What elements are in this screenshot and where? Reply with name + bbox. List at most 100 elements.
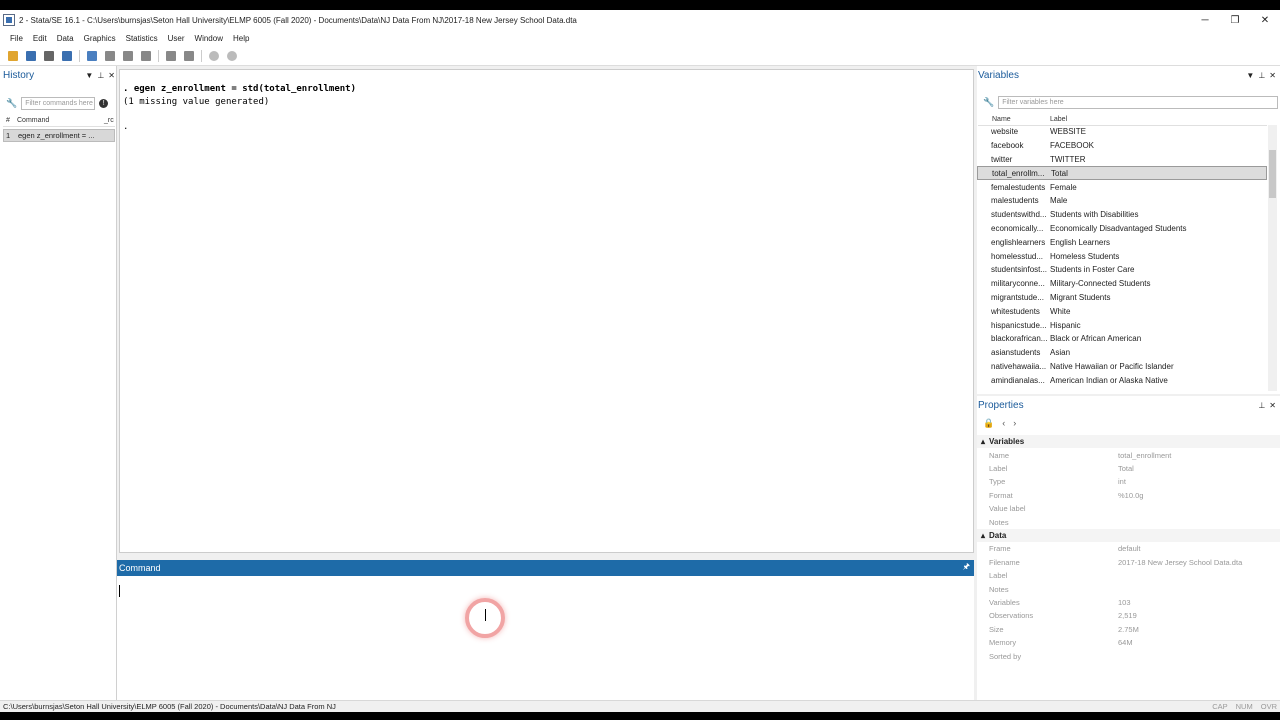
variable-row[interactable]: nativehawaiia... Native Hawaiian or Pacif… xyxy=(977,360,1267,374)
property-row[interactable]: Type int xyxy=(977,475,1280,488)
variable-row[interactable]: femalestudents Female xyxy=(977,180,1267,194)
minimize-button[interactable]: ─ xyxy=(1190,10,1220,30)
close-icon[interactable]: ✕ xyxy=(1269,71,1276,80)
variable-label: WEBSITE xyxy=(1050,127,1087,137)
history-filter-input[interactable]: Filter commands here xyxy=(21,97,96,110)
menu-data[interactable]: Data xyxy=(52,34,79,43)
variable-label: Military-Connected Students xyxy=(1050,279,1151,289)
lock-icon[interactable]: 🔒 xyxy=(983,418,994,429)
variable-row[interactable]: studentsinfost... Students in Foster Care xyxy=(977,263,1267,277)
variables-filter-input[interactable]: Filter variables here xyxy=(998,96,1279,109)
variable-row[interactable]: twitter TWITTER xyxy=(977,153,1267,167)
variable-row[interactable]: total_enrollm... Total xyxy=(977,166,1267,181)
history-col-rc[interactable]: _rc xyxy=(104,117,114,124)
menu-window[interactable]: Window xyxy=(190,34,228,43)
history-title: History xyxy=(3,69,35,81)
close-icon[interactable]: ✕ xyxy=(108,71,115,80)
property-row[interactable]: Notes xyxy=(977,582,1280,595)
menu-edit[interactable]: Edit xyxy=(28,34,52,43)
properties-header: Properties ⊥ ✕ xyxy=(978,398,1276,412)
viewer-icon[interactable] xyxy=(87,50,97,61)
pin-icon[interactable]: ⊥ xyxy=(1258,71,1265,80)
print-icon[interactable] xyxy=(44,50,54,61)
menu-file[interactable]: File xyxy=(5,34,28,43)
variable-row[interactable]: englishlearners English Learners xyxy=(977,235,1267,249)
menu-user[interactable]: User xyxy=(163,34,190,43)
property-value: total_enrollment xyxy=(1118,450,1172,460)
property-row[interactable]: Label Total xyxy=(977,462,1280,475)
more-icon[interactable] xyxy=(209,50,219,61)
variable-label: Students with Disabilities xyxy=(1050,210,1139,220)
variable-row[interactable]: studentswithd... Students with Disabiliti… xyxy=(977,208,1267,222)
collapse-arrow-icon[interactable]: ▴ xyxy=(981,437,985,446)
variable-row[interactable]: whitestudents White xyxy=(977,304,1267,318)
variable-row[interactable]: facebook FACEBOOK xyxy=(977,139,1267,153)
menu-statistics[interactable]: Statistics xyxy=(121,34,163,43)
property-row[interactable]: Label xyxy=(977,569,1280,582)
variable-row[interactable]: economically... Economically Disadvantage… xyxy=(977,222,1267,236)
break-icon[interactable] xyxy=(227,50,237,61)
variable-row[interactable]: blackorafrican... Black or African Americ… xyxy=(977,332,1267,346)
history-col-command[interactable]: Command xyxy=(17,117,104,124)
log-icon[interactable] xyxy=(62,50,72,61)
scrollbar-thumb[interactable] xyxy=(1269,150,1276,198)
variable-row[interactable]: website WEBSITE xyxy=(977,125,1267,139)
properties-section-data[interactable]: ▴ Data xyxy=(977,528,1280,542)
menu-help[interactable]: Help xyxy=(228,34,254,43)
filter-icon[interactable]: ▼ xyxy=(1246,71,1254,80)
restore-button[interactable]: ❐ xyxy=(1220,10,1250,30)
forward-arrow-icon[interactable]: › xyxy=(1013,418,1016,428)
variable-name: website xyxy=(991,127,1019,137)
command-input[interactable] xyxy=(117,576,974,700)
variable-row[interactable]: asianstudents Asian xyxy=(977,346,1267,360)
variable-name: englishlearners xyxy=(991,237,1046,247)
property-row[interactable]: Notes xyxy=(977,515,1280,528)
property-row[interactable]: Sorted by xyxy=(977,649,1280,662)
data-browser-icon[interactable] xyxy=(166,50,176,61)
pin-icon[interactable]: ⊥ xyxy=(1258,401,1265,410)
variable-name: malestudents xyxy=(991,196,1039,206)
property-row[interactable]: Frame default xyxy=(977,542,1280,555)
variable-row[interactable]: hispanicstude... Hispanic xyxy=(977,318,1267,332)
property-row[interactable]: Filename 2017-18 New Jersey School Data.d… xyxy=(977,556,1280,569)
history-item[interactable]: 1 egen z_enrollment = ... xyxy=(3,129,115,142)
variable-name: asianstudents xyxy=(991,348,1041,358)
close-button[interactable]: ✕ xyxy=(1250,10,1280,30)
property-value: 2,519 xyxy=(1118,611,1137,621)
properties-section-variables[interactable]: ▴ Variables xyxy=(977,435,1280,448)
back-arrow-icon[interactable]: ‹ xyxy=(1002,418,1005,428)
collapse-arrow-icon[interactable]: ▴ xyxy=(981,531,985,540)
data-editor-icon[interactable] xyxy=(141,50,151,61)
close-icon[interactable]: ✕ xyxy=(1269,401,1276,410)
pin-icon[interactable]: ⊥ xyxy=(97,71,104,80)
variables-manager-icon[interactable] xyxy=(184,50,194,61)
property-row[interactable]: Size 2.75M xyxy=(977,623,1280,636)
variable-row[interactable]: migrantstude... Migrant Students xyxy=(977,291,1267,305)
info-icon[interactable]: ! xyxy=(99,99,109,108)
history-col-num[interactable]: # xyxy=(3,117,17,124)
menu-graphics[interactable]: Graphics xyxy=(79,34,121,43)
open-icon[interactable] xyxy=(8,50,18,61)
variable-name: studentswithd... xyxy=(991,210,1047,220)
variables-scrollbar[interactable] xyxy=(1268,125,1277,391)
status-cap: CAP xyxy=(1212,702,1228,711)
property-row[interactable]: Name total_enrollment xyxy=(977,448,1280,461)
save-icon[interactable] xyxy=(26,50,36,61)
variables-col-name[interactable]: Name xyxy=(978,116,1050,123)
graph-icon[interactable] xyxy=(105,50,115,61)
property-row[interactable]: Observations 2,519 xyxy=(977,609,1280,622)
property-row[interactable]: Value label xyxy=(977,502,1280,515)
variable-row[interactable]: homelesstud... Homeless Students xyxy=(977,249,1267,263)
variable-row[interactable]: malestudents Male xyxy=(977,194,1267,208)
property-row[interactable]: Format %10.0g xyxy=(977,489,1280,502)
do-editor-icon[interactable] xyxy=(123,50,133,61)
variable-row[interactable]: amindianalas... American Indian or Alaska… xyxy=(977,373,1267,387)
variables-col-label[interactable]: Label xyxy=(1050,116,1067,123)
property-row[interactable]: Variables 103 xyxy=(977,596,1280,609)
results-window[interactable]: . egen z_enrollment = std(total_enrollme… xyxy=(119,69,974,553)
pin-icon[interactable]: 🖈 xyxy=(963,561,970,575)
variables-panel-controls: ▼ ⊥ ✕ xyxy=(1246,71,1276,80)
variable-row[interactable]: militaryconne... Military-Connected Stude… xyxy=(977,277,1267,291)
property-row[interactable]: Memory 64M xyxy=(977,636,1280,649)
filter-icon[interactable]: ▼ xyxy=(85,71,93,80)
